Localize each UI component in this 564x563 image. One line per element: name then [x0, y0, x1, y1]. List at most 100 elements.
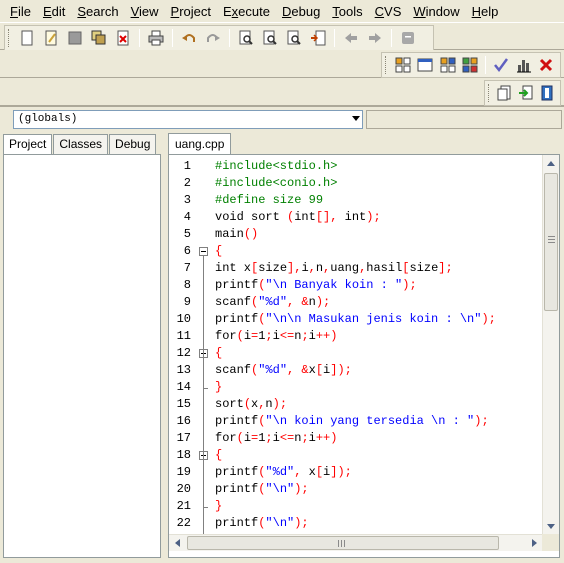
toolbar-separator: [391, 29, 392, 47]
chevron-down-icon[interactable]: [352, 116, 360, 121]
code-line[interactable]: printf("\n Banyak koin : ");: [215, 277, 417, 294]
undo-icon[interactable]: [178, 27, 200, 49]
code-line[interactable]: scanf("%d", &n);: [215, 294, 330, 311]
line-number: 12: [176, 346, 191, 360]
line-number: 2: [183, 176, 191, 190]
menu-debug[interactable]: Debug: [276, 1, 326, 21]
menu-cvs[interactable]: CVS: [369, 1, 408, 21]
chart-icon[interactable]: [513, 54, 533, 76]
toolbar-separator: [485, 56, 487, 74]
devcpp-window: File Edit Search View Project Execute Debug Too…: [0, 0, 564, 563]
redo-icon[interactable]: [202, 27, 224, 49]
line-number: 19: [176, 465, 191, 479]
menu-edit[interactable]: Edit: [37, 1, 71, 21]
line-number: 18: [176, 448, 191, 462]
project-options-icon[interactable]: [537, 82, 556, 104]
find-next-icon[interactable]: [283, 27, 305, 49]
code-line[interactable]: }: [215, 498, 222, 515]
code-line[interactable]: #include<stdio.h>: [215, 158, 337, 175]
code-line[interactable]: for(i=1;i<=n;i++): [215, 430, 337, 447]
members-dropdown[interactable]: [366, 110, 562, 129]
line-number: 10: [176, 312, 191, 326]
menu-tools[interactable]: Tools: [326, 1, 368, 21]
code-line[interactable]: #include<conio.h>: [215, 175, 337, 192]
debug-check-icon[interactable]: [491, 54, 511, 76]
code-line[interactable]: printf("\n");: [215, 481, 309, 498]
menu-execute[interactable]: Execute: [217, 1, 276, 21]
close-file-icon[interactable]: [112, 27, 134, 49]
line-number-gutter: 1 2 3 4 5 6 7 8 9 10 11 12 13 14 15 16 17 18 19 20 21 22: [169, 155, 213, 535]
bookmark-icon[interactable]: [397, 27, 419, 49]
code-area[interactable]: #include<stdio.h> #include<conio.h> #defin…: [215, 155, 542, 535]
menu-search[interactable]: Search: [71, 1, 124, 21]
vertical-scrollbar[interactable]: [542, 155, 559, 535]
remove-from-project-icon[interactable]: [516, 82, 535, 104]
save-all-icon[interactable]: [88, 27, 110, 49]
code-line[interactable]: main(): [215, 226, 258, 243]
editor-tab-file[interactable]: uang.cpp: [168, 133, 231, 154]
code-line[interactable]: void sort (int[], int);: [215, 209, 381, 226]
horizontal-scrollbar[interactable]: [169, 534, 543, 551]
add-to-project-icon[interactable]: [496, 82, 515, 104]
code-line[interactable]: printf("\n\n Masukan jenis koin : \n");: [215, 311, 496, 328]
code-line[interactable]: {: [215, 447, 222, 464]
run-icon[interactable]: [415, 54, 435, 76]
toolbar-row-compile: [0, 50, 564, 78]
menu-project[interactable]: Project: [165, 1, 217, 21]
find-icon[interactable]: [235, 27, 257, 49]
compile-icon[interactable]: [393, 54, 413, 76]
toolbar-grip[interactable]: [488, 84, 491, 102]
code-line[interactable]: {: [215, 243, 222, 260]
line-number: 7: [183, 261, 191, 275]
toolbar-grip[interactable]: [8, 29, 11, 47]
print-icon[interactable]: [145, 27, 167, 49]
horizontal-scroll-thumb[interactable]: [187, 536, 499, 550]
line-number: 9: [183, 295, 191, 309]
menu-file[interactable]: File: [4, 1, 37, 21]
line-number: 4: [183, 210, 191, 224]
menu-view[interactable]: View: [125, 1, 165, 21]
open-file-icon[interactable]: [40, 27, 62, 49]
menu-help[interactable]: Help: [466, 1, 505, 21]
scroll-up-icon[interactable]: [547, 161, 555, 166]
globals-dropdown[interactable]: (globals): [13, 110, 363, 129]
code-line[interactable]: }: [215, 379, 222, 396]
code-line[interactable]: printf("\n");: [215, 515, 309, 532]
fold-collapse-icon[interactable]: [199, 247, 208, 256]
code-editor[interactable]: 1 2 3 4 5 6 7 8 9 10 11 12 13 14 15 16 17 18 19 20 21 22 #inc…: [168, 154, 560, 558]
toolbar-row-project: [0, 78, 564, 106]
code-line[interactable]: printf("\n koin yang tersedia \n : ");: [215, 413, 489, 430]
save-icon[interactable]: [64, 27, 86, 49]
replace-icon[interactable]: [259, 27, 281, 49]
scroll-right-icon[interactable]: [532, 539, 537, 547]
toolbar-row-main: [0, 22, 564, 51]
project-explorer-panel[interactable]: [3, 154, 161, 558]
toolbar-grip[interactable]: [385, 56, 388, 74]
line-number: 17: [176, 431, 191, 445]
vertical-scroll-thumb[interactable]: [544, 173, 558, 311]
scroll-left-icon[interactable]: [175, 539, 180, 547]
code-line[interactable]: int x[size],i,n,uang,hasil[size];: [215, 260, 453, 277]
tab-project[interactable]: Project: [3, 134, 53, 155]
code-line[interactable]: printf("%d", x[i]);: [215, 464, 352, 481]
line-number: 20: [176, 482, 191, 496]
code-line[interactable]: {: [215, 345, 222, 362]
toolbar-separator: [334, 29, 335, 47]
forward-icon[interactable]: [364, 27, 386, 49]
scroll-down-icon[interactable]: [547, 524, 555, 529]
code-line[interactable]: #define size 99: [215, 192, 323, 209]
stop-icon[interactable]: [536, 54, 556, 76]
menu-window[interactable]: Window: [407, 1, 465, 21]
compile-run-icon[interactable]: [437, 54, 457, 76]
tab-classes[interactable]: Classes: [53, 134, 109, 154]
code-line[interactable]: for(i=1;i<=n;i++): [215, 328, 337, 345]
code-line[interactable]: sort(x,n);: [215, 396, 287, 413]
line-number: 1: [183, 159, 191, 173]
tab-debug[interactable]: Debug: [109, 134, 157, 154]
rebuild-icon[interactable]: [460, 54, 480, 76]
line-number: 16: [176, 414, 191, 428]
goto-line-icon[interactable]: [307, 27, 329, 49]
code-line[interactable]: scanf("%d", &x[i]);: [215, 362, 352, 379]
back-icon[interactable]: [340, 27, 362, 49]
new-file-icon[interactable]: [16, 27, 38, 49]
